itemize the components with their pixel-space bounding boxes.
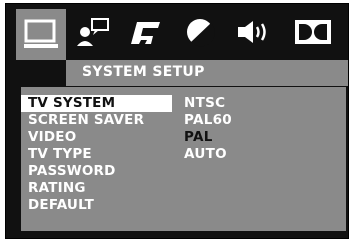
option-ntsc[interactable]: NTSC bbox=[184, 95, 232, 112]
option-pal[interactable]: PAL bbox=[184, 129, 232, 146]
speaker-icon bbox=[238, 21, 266, 43]
option-pal60[interactable]: PAL60 bbox=[184, 112, 232, 129]
tab-system[interactable] bbox=[16, 9, 66, 60]
tab-speaker[interactable] bbox=[230, 10, 280, 54]
tab-video[interactable] bbox=[175, 10, 225, 54]
menu-item-video[interactable]: VIDEO bbox=[21, 129, 181, 146]
menu-item-default[interactable]: DEFAULT bbox=[21, 197, 181, 214]
music-note-icon bbox=[131, 22, 160, 44]
contrast-icon bbox=[187, 19, 215, 47]
tv-system-options: NTSC PAL60 PAL AUTO bbox=[184, 95, 232, 163]
menu-item-tv-system[interactable]: TV SYSTEM bbox=[21, 95, 172, 112]
menu-item-tv-type[interactable]: TV TYPE bbox=[21, 146, 181, 163]
settings-menu: TV SYSTEM SCREEN SAVER VIDEO TV TYPE PAS… bbox=[21, 95, 181, 214]
monitor-icon bbox=[24, 19, 58, 48]
dolby-icon bbox=[295, 20, 331, 44]
page-title: SYSTEM SETUP bbox=[82, 64, 205, 80]
category-tab-bar bbox=[6, 4, 348, 60]
tab-dolby[interactable] bbox=[288, 10, 338, 54]
user-message-icon bbox=[77, 18, 109, 46]
menu-item-rating[interactable]: RATING bbox=[21, 180, 181, 197]
tab-language[interactable] bbox=[68, 10, 118, 54]
osd-window: SYSTEM SETUP TV SYSTEM SCREEN SAVER VIDE… bbox=[5, 3, 349, 239]
menu-item-screen-saver[interactable]: SCREEN SAVER bbox=[21, 112, 181, 129]
option-auto[interactable]: AUTO bbox=[184, 146, 232, 163]
tab-audio[interactable] bbox=[121, 10, 171, 54]
menu-item-password[interactable]: PASSWORD bbox=[21, 163, 181, 180]
